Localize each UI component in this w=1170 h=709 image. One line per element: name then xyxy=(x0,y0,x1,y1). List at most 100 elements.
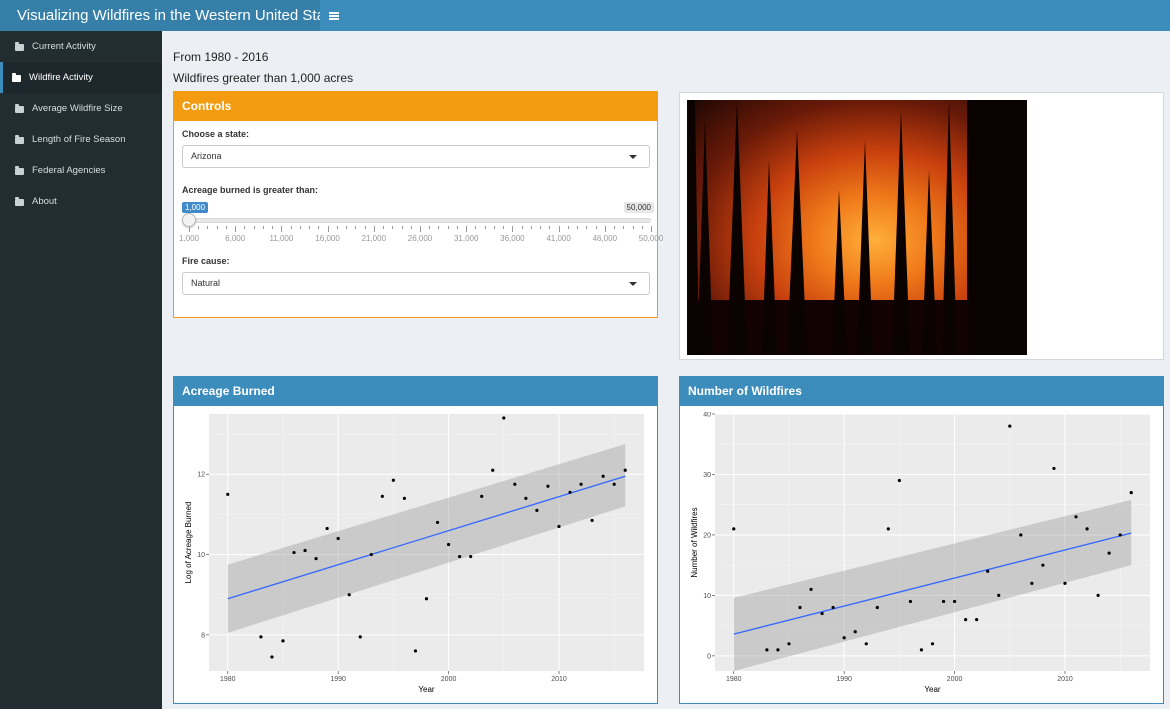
cause-select[interactable]: Natural xyxy=(182,272,650,295)
slider-minor-tick xyxy=(586,226,588,229)
slider-tick-label: 11,000 xyxy=(269,234,294,243)
data-point xyxy=(491,468,495,472)
sidebar-item-label: Federal Agencies xyxy=(32,165,106,176)
data-point xyxy=(391,478,395,482)
slider-tick-label: 46,000 xyxy=(592,234,618,243)
slider-tick xyxy=(235,226,237,232)
slider-minor-tick xyxy=(207,226,209,229)
data-point xyxy=(557,524,561,529)
data-point xyxy=(480,494,484,498)
data-point xyxy=(446,542,451,547)
data-point xyxy=(1019,533,1023,537)
slider-tick xyxy=(281,226,283,232)
acreage-slider[interactable]: 1,000 50,000 1,000 6,000 11,000 16,000 21,00… xyxy=(179,202,663,247)
y-tick-label: 10 xyxy=(703,593,711,600)
number-of-wildfires-box: Number of Wildfires 1980 1990 2000 2010 0 10 2… xyxy=(679,376,1164,704)
wildfire-photo xyxy=(687,100,1027,355)
slider-tick xyxy=(604,226,606,232)
sidebar-item-federal-agencies[interactable]: Federal Agencies xyxy=(0,155,162,186)
data-point xyxy=(590,518,594,523)
controls-title: Controls xyxy=(174,92,657,121)
x-tick-label: 2010 xyxy=(1057,676,1073,683)
y-axis-title: Number of Wildfires xyxy=(690,507,699,577)
data-point xyxy=(1041,563,1045,567)
data-point xyxy=(314,556,318,561)
folder-icon xyxy=(15,42,24,51)
slider-minor-tick xyxy=(447,226,449,229)
state-label: Choose a state: xyxy=(182,129,250,139)
data-point xyxy=(568,490,572,494)
y-tick-label: 20 xyxy=(703,532,711,539)
slider-tick xyxy=(189,226,190,232)
slider-minor-tick xyxy=(641,226,643,229)
state-select[interactable]: Arizona xyxy=(182,145,650,168)
data-point xyxy=(853,630,857,634)
acreage-label: Acreage burned is greater than: xyxy=(182,185,319,195)
data-point xyxy=(997,593,1001,598)
data-point xyxy=(1052,466,1056,471)
data-point xyxy=(623,468,627,472)
slider-tick-label: 50,000 xyxy=(638,234,664,243)
data-point xyxy=(502,416,506,420)
data-point xyxy=(535,508,539,512)
x-tick-label: 2010 xyxy=(551,676,567,683)
data-point xyxy=(930,642,935,646)
slider-minor-tick xyxy=(540,226,542,229)
y-tick-label: 10 xyxy=(197,552,205,559)
y-tick-label: 30 xyxy=(703,472,711,479)
data-point xyxy=(975,618,979,622)
data-point xyxy=(809,587,813,591)
slider-tick xyxy=(466,226,468,232)
slider-minor-tick xyxy=(364,226,366,229)
sidebar-item-about[interactable]: About xyxy=(0,186,162,217)
slider-tick xyxy=(512,226,514,232)
slider-minor-tick xyxy=(216,226,218,229)
data-point xyxy=(413,649,418,653)
hamburger-icon xyxy=(329,11,339,20)
y-tick-label: 8 xyxy=(201,632,205,639)
slider-track[interactable] xyxy=(189,218,651,223)
state-select-value: Arizona xyxy=(191,151,222,161)
slider-tick xyxy=(651,226,652,232)
slider-minor-tick xyxy=(198,226,200,229)
number-of-wildfires-chart: 1980 1990 2000 2010 0 10 20 30 40 Year Number of W… xyxy=(690,412,1150,694)
slider-tick-label: 16,000 xyxy=(315,234,340,243)
slider-tick-label: 41,000 xyxy=(546,234,571,243)
folder-icon xyxy=(12,73,21,82)
folder-icon xyxy=(15,135,24,144)
data-point xyxy=(886,527,890,531)
sidebar-item-wildfire-activity[interactable]: Wildfire Activity xyxy=(0,62,162,93)
cause-label: Fire cause: xyxy=(182,256,230,266)
slider-minor-tick xyxy=(632,226,634,229)
sidebar-item-average-wildfire-size[interactable]: Average Wildfire Size xyxy=(0,93,162,124)
slider-minor-tick xyxy=(530,226,532,229)
sidebar-item-length-of-fire-season[interactable]: Length of Fire Season xyxy=(0,124,162,155)
data-point xyxy=(986,569,990,573)
folder-icon xyxy=(15,197,24,206)
sidebar-toggle-button[interactable] xyxy=(320,0,348,31)
sidebar-item-current-activity[interactable]: Current Activity xyxy=(0,31,162,62)
slider-handle[interactable] xyxy=(182,213,196,227)
slider-minor-tick xyxy=(299,226,301,229)
data-point xyxy=(226,492,230,496)
slider-minor-tick xyxy=(521,226,523,229)
x-tick-label: 2000 xyxy=(441,676,457,683)
x-tick-label: 2000 xyxy=(947,676,963,683)
slider-minor-tick xyxy=(623,226,625,229)
data-point xyxy=(1085,527,1089,531)
slider-minor-tick xyxy=(244,226,246,229)
date-range-text: From 1980 - 2016 xyxy=(173,50,269,64)
slider-minor-tick xyxy=(262,226,264,229)
data-point xyxy=(952,599,957,604)
acreage-burned-title: Acreage Burned xyxy=(174,377,657,406)
slider-tick xyxy=(327,226,329,232)
x-tick-label: 1990 xyxy=(330,676,346,683)
data-point xyxy=(798,605,802,610)
data-point xyxy=(776,648,780,652)
data-point xyxy=(601,474,605,478)
slider-minor-tick xyxy=(410,226,412,229)
x-axis-title: Year xyxy=(924,685,941,694)
data-point xyxy=(612,482,616,486)
data-point xyxy=(347,593,351,597)
sidebar-item-label: Wildfire Activity xyxy=(29,72,93,83)
